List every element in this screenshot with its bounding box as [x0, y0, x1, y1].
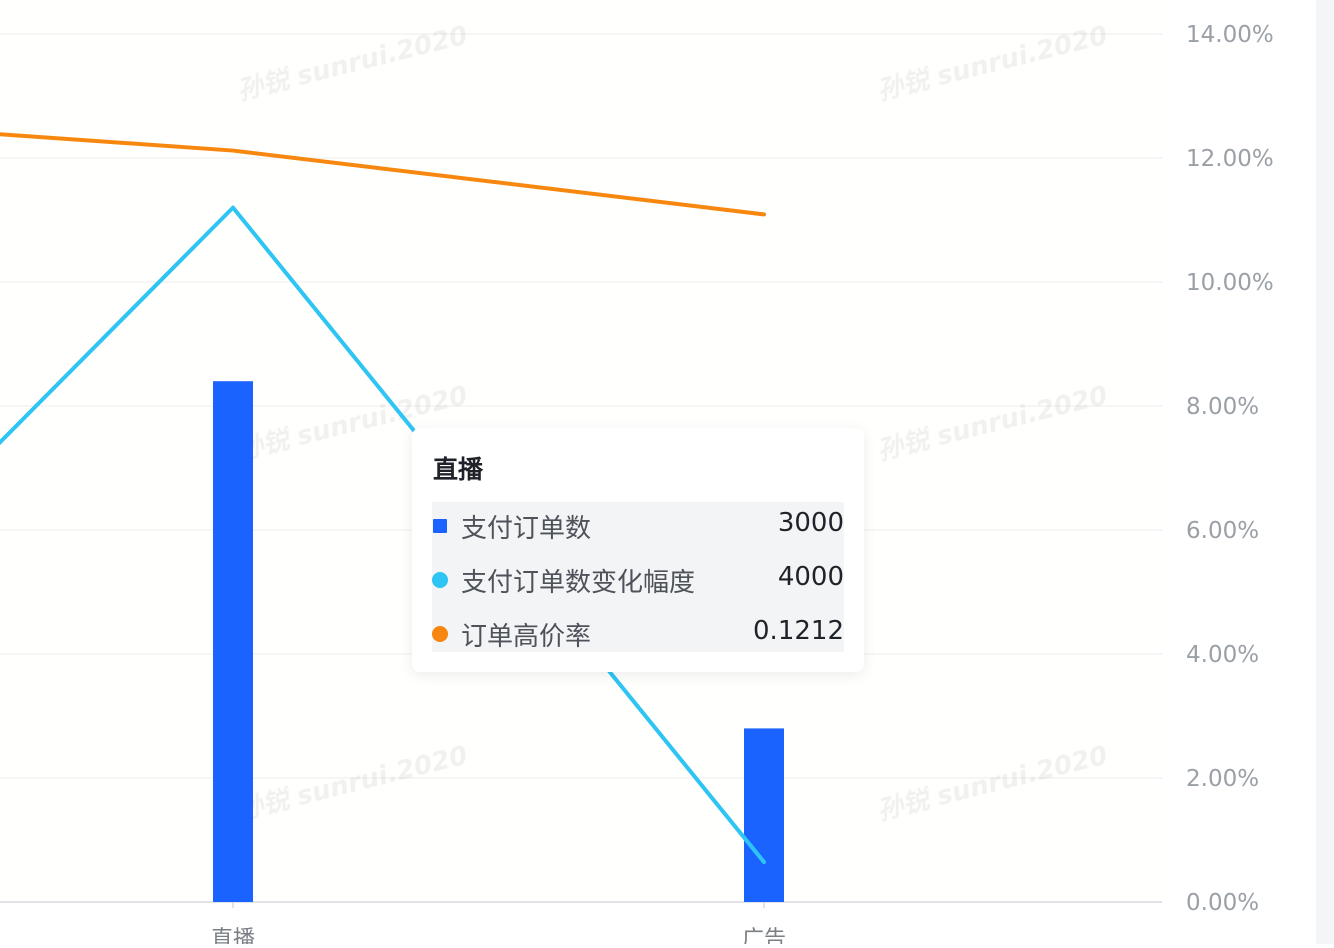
bar-直播: [213, 381, 253, 902]
bar-广告: [744, 728, 784, 902]
tooltip-row-order-change: 支付订单数变化幅度 4000: [432, 556, 844, 606]
tooltip-row-value: 3000: [777, 508, 844, 538]
y-axis-tick-label: 0.00%: [1186, 890, 1259, 916]
x-axis-category-label: 直播: [211, 927, 255, 944]
chart-tooltip: 直播 支付订单数 3000 支付订单数变化幅度 4000 订单高价率 0.121…: [412, 428, 864, 672]
circle-marker-icon: [432, 626, 448, 642]
y-axis-tick-label: 14.00%: [1186, 22, 1274, 48]
tooltip-row-name: 支付订单数: [461, 514, 592, 544]
tooltip-row-name: 订单高价率: [461, 622, 592, 652]
y-axis-tick-label: 6.00%: [1186, 518, 1259, 544]
scrollbar-track[interactable]: [1316, 0, 1334, 944]
x-axis-category-label: 广告: [742, 927, 786, 944]
y-axis-tick-label: 12.00%: [1186, 146, 1274, 172]
tooltip-row-name: 支付订单数变化幅度: [461, 568, 696, 598]
y-axis-tick-label: 4.00%: [1186, 642, 1259, 668]
square-marker-icon: [433, 519, 447, 533]
y-axis-tick-label: 8.00%: [1186, 394, 1259, 420]
tooltip-title: 直播: [433, 455, 484, 484]
tooltip-row-high-price-rate: 订单高价率 0.1212: [432, 610, 844, 660]
y-axis-tick-label: 2.00%: [1186, 766, 1259, 792]
tooltip-row-order-count: 支付订单数 3000: [432, 502, 844, 552]
y-axis-tick-label: 10.00%: [1186, 270, 1274, 296]
tooltip-row-value: 4000: [777, 562, 844, 592]
circle-marker-icon: [432, 572, 448, 588]
tooltip-body: 支付订单数 3000 支付订单数变化幅度 4000 订单高价率 0.1212: [432, 502, 844, 652]
tooltip-row-value: 0.1212: [753, 616, 844, 646]
